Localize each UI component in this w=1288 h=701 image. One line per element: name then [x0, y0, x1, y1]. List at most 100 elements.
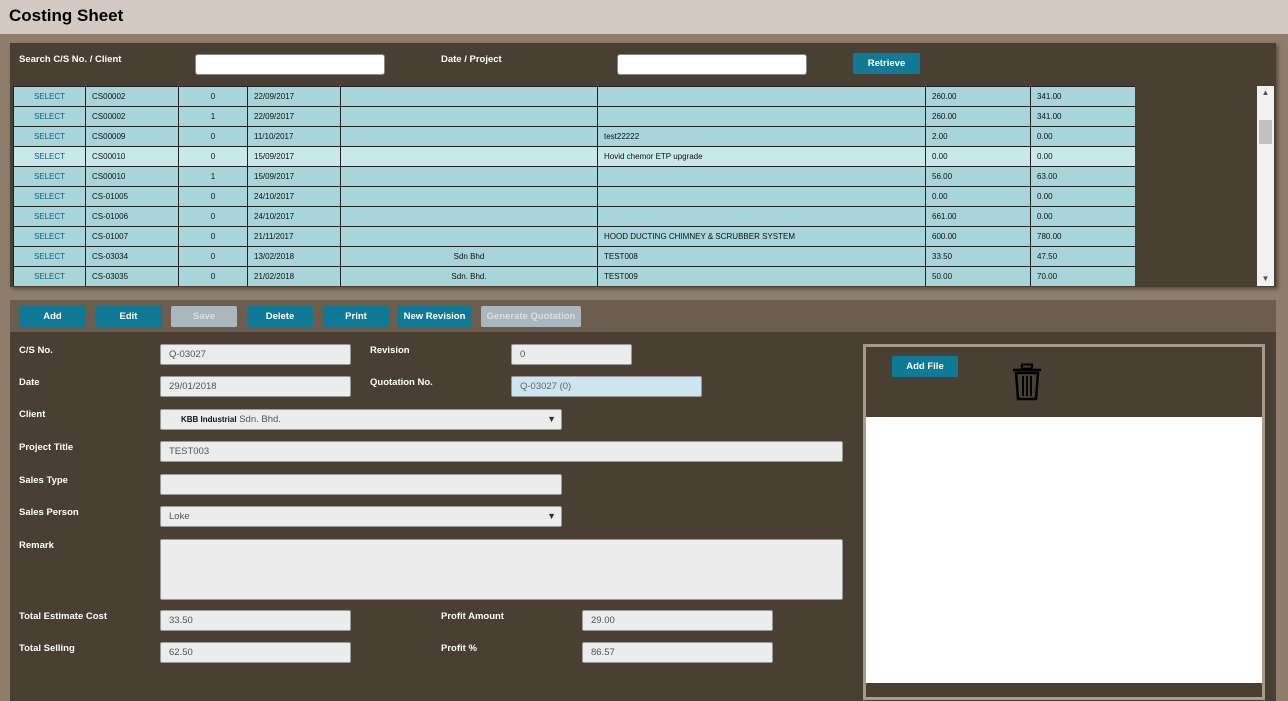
grid-cell-cost: 0.00: [925, 146, 1031, 167]
grid-cell-date: 21/11/2017: [247, 226, 341, 247]
search-cs-client-label: Search C/S No. / Client: [19, 54, 122, 65]
grid-cell-cost: 56.00: [925, 166, 1031, 187]
grid-cell-client: Sdn. Bhd.: [340, 266, 598, 286]
grid-select-link[interactable]: SELECT: [13, 246, 86, 267]
grid-cell-date: 22/09/2017: [247, 86, 341, 107]
retrieve-button[interactable]: Retrieve: [853, 53, 920, 74]
grid-cell-selling: 70.00: [1030, 266, 1135, 286]
remark-textarea[interactable]: [160, 539, 843, 600]
date-label: Date: [19, 377, 40, 388]
grid-select-link[interactable]: SELECT: [13, 106, 86, 127]
sales-type-label: Sales Type: [19, 475, 68, 486]
page-title: Costing Sheet: [9, 6, 124, 25]
new-revision-button[interactable]: New Revision: [398, 306, 471, 327]
date-field[interactable]: 29/01/2018: [160, 376, 351, 397]
add-file-button[interactable]: Add File: [892, 356, 958, 377]
grid-cell-cost: 600.00: [925, 226, 1031, 247]
grid-cell-project: TEST008: [597, 246, 926, 267]
grid-cell-selling: 341.00: [1030, 86, 1135, 107]
client-select[interactable]: KBB Industrial Sdn. Bhd. ▼: [160, 409, 562, 430]
grid-select-link[interactable]: SELECT: [13, 186, 86, 207]
grid-cell-project: Hovid chemor ETP upgrade: [597, 146, 926, 167]
table-row[interactable]: SELECT CS00009 0 11/10/2017 test22222 2.00 0.0…: [13, 126, 1135, 147]
grid-cell-client: [340, 206, 598, 227]
grid-cell-date: 13/02/2018: [247, 246, 341, 267]
grid-cell-revision: 0: [178, 186, 248, 207]
grid-select-link[interactable]: SELECT: [13, 226, 86, 247]
grid-select-link[interactable]: SELECT: [13, 146, 86, 167]
grid-select-link[interactable]: SELECT: [13, 206, 86, 227]
grid-select-link[interactable]: SELECT: [13, 266, 86, 286]
grid-cell-project: [597, 86, 926, 107]
grid-cell-cost: 260.00: [925, 86, 1031, 107]
table-row[interactable]: SELECT CS-03035 0 21/02/2018 Sdn. Bhd. TEST00…: [13, 266, 1135, 286]
scroll-down-arrow-icon[interactable]: ▼: [1257, 272, 1274, 286]
grid-cell-project: [597, 166, 926, 187]
revision-field[interactable]: 0: [511, 344, 632, 365]
edit-button[interactable]: Edit: [95, 306, 162, 327]
grid-cell-revision: 0: [178, 266, 248, 286]
profit-pct-field[interactable]: 86.57: [582, 642, 773, 663]
save-button[interactable]: Save: [171, 306, 237, 327]
quotation-no-field[interactable]: Q-03027 (0): [511, 376, 702, 397]
grid-cell-selling: 47.50: [1030, 246, 1135, 267]
grid-cell-revision: 0: [178, 206, 248, 227]
search-panel: Search C/S No. / Client Date / Project R…: [10, 43, 1276, 287]
grid-select-link[interactable]: SELECT: [13, 86, 86, 107]
sales-person-select[interactable]: Loke ▼: [160, 506, 562, 527]
chevron-down-icon[interactable]: ▼: [547, 507, 556, 526]
table-row[interactable]: SELECT CS-01006 0 24/10/2017 661.00 0.00: [13, 206, 1135, 227]
sales-person-value: Loke: [169, 511, 190, 522]
add-button[interactable]: Add: [19, 306, 86, 327]
grid-cell-revision: 0: [178, 246, 248, 267]
grid-scrollbar[interactable]: ▲ ▼: [1257, 86, 1274, 286]
chevron-down-icon[interactable]: ▼: [547, 410, 556, 429]
scroll-up-arrow-icon[interactable]: ▲: [1257, 86, 1274, 100]
cs-no-field[interactable]: Q-03027: [160, 344, 351, 365]
file-list-area[interactable]: [866, 417, 1262, 683]
profit-amount-field[interactable]: 29.00: [582, 610, 773, 631]
trash-icon[interactable]: [1012, 363, 1042, 401]
table-row[interactable]: SELECT CS00002 0 22/09/2017 260.00 341.00: [13, 86, 1135, 107]
grid-cell-cost: 661.00: [925, 206, 1031, 227]
grid-cell-cs-no: CS-01005: [85, 186, 179, 207]
grid-cell-client: [340, 186, 598, 207]
grid-cell-cs-no: CS-03035: [85, 266, 179, 286]
search-date-project-input[interactable]: [617, 54, 807, 75]
grid-cell-selling: 780.00: [1030, 226, 1135, 247]
grid-cell-cs-no: CS00009: [85, 126, 179, 147]
project-title-field[interactable]: TEST003: [160, 441, 843, 462]
search-cs-client-input[interactable]: [195, 54, 385, 75]
grid-cell-revision: 1: [178, 106, 248, 127]
grid-cell-selling: 0.00: [1030, 206, 1135, 227]
generate-quotation-button[interactable]: Generate Quotation: [481, 306, 581, 327]
total-cost-field[interactable]: 33.50: [160, 610, 351, 631]
results-grid: SELECT CS00002 0 22/09/2017 260.00 341.00 SELE…: [13, 86, 1135, 286]
print-button[interactable]: Print: [323, 306, 389, 327]
table-row[interactable]: SELECT CS-03034 0 13/02/2018 Sdn Bhd TEST008 3…: [13, 246, 1135, 267]
table-row[interactable]: SELECT CS00010 1 15/09/2017 56.00 63.00: [13, 166, 1135, 187]
delete-button[interactable]: Delete: [247, 306, 313, 327]
grid-cell-project: [597, 186, 926, 207]
grid-cell-selling: 63.00: [1030, 166, 1135, 187]
total-selling-field[interactable]: 62.50: [160, 642, 351, 663]
scroll-thumb[interactable]: [1259, 120, 1272, 144]
grid-cell-client: [340, 146, 598, 167]
profit-pct-label: Profit %: [441, 643, 477, 654]
grid-select-link[interactable]: SELECT: [13, 126, 86, 147]
table-row[interactable]: SELECT CS00010 0 15/09/2017 Hovid chemor ETP…: [13, 146, 1135, 167]
action-toolbar: Add Edit Save Delete Print New Revision …: [10, 300, 1276, 332]
table-row[interactable]: SELECT CS00002 1 22/09/2017 260.00 341.00: [13, 106, 1135, 127]
grid-cell-cs-no: CS-01007: [85, 226, 179, 247]
grid-cell-client: [340, 86, 598, 107]
table-row[interactable]: SELECT CS-01007 0 21/11/2017 HOOD DUCTING CH…: [13, 226, 1135, 247]
grid-cell-client: [340, 226, 598, 247]
total-selling-label: Total Selling: [19, 643, 75, 654]
grid-cell-date: 24/10/2017: [247, 206, 341, 227]
sales-person-label: Sales Person: [19, 507, 79, 518]
file-attachment-panel: Add File: [863, 344, 1265, 700]
table-row[interactable]: SELECT CS-01005 0 24/10/2017 0.00 0.00: [13, 186, 1135, 207]
grid-cell-cost: 50.00: [925, 266, 1031, 286]
sales-type-field[interactable]: [160, 474, 562, 495]
grid-select-link[interactable]: SELECT: [13, 166, 86, 187]
